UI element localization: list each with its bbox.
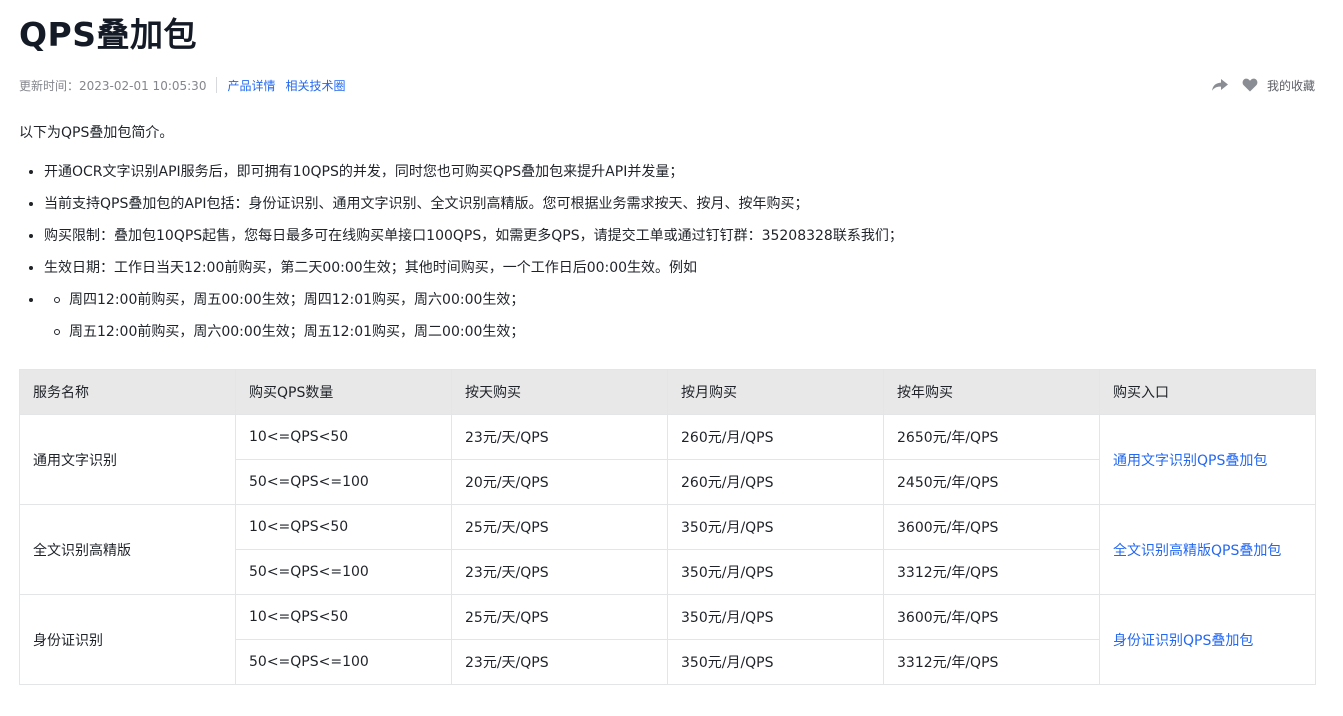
monthly-price: 350元/月/QPS [667, 594, 884, 640]
sub-list: 周四12:00前购买，周五00:00生效；周四12:01购买，周六00:00生效… [19, 290, 1309, 354]
update-time: 更新时间：2023-02-01 10:05:30 [19, 78, 207, 93]
list-item: 开通OCR文字识别API服务后，即可拥有10QPS的并发，同时您也可购买QPS叠… [19, 162, 1309, 194]
table-row: 通用文字识别 10<=QPS<50 23元/天/QPS 260元/月/QPS 2… [19, 414, 1316, 505]
yearly-price: 3600元/年/QPS [883, 594, 1100, 640]
service-name: 身份证识别 [19, 594, 236, 685]
table-header-row: 服务名称 购买QPS数量 按天购买 按月购买 按年购买 购买入口 [19, 369, 1316, 415]
monthly-price: 350元/月/QPS [667, 504, 884, 550]
col-header-qps: 购买QPS数量 [235, 369, 452, 415]
daily-price: 20元/天/QPS [451, 459, 668, 505]
monthly-price: 260元/月/QPS [667, 414, 884, 460]
meta-bar: 更新时间：2023-02-01 10:05:30 产品详情 相关技术圈 [19, 76, 355, 94]
daily-price: 23元/天/QPS [451, 639, 668, 685]
qps-range: 10<=QPS<50 [235, 594, 452, 640]
qps-range: 10<=QPS<50 [235, 504, 452, 550]
list-item: 当前支持QPS叠加包的API包括：身份证识别、通用文字识别、全文识别高精版。您可… [19, 194, 1309, 226]
yearly-price: 3600元/年/QPS [883, 504, 1100, 550]
service-name: 通用文字识别 [19, 414, 236, 505]
list-item: 购买限制：叠加包10QPS起售，您每日最多可在线购买单接口100QPS，如需更多… [19, 226, 1309, 258]
yearly-price: 3312元/年/QPS [883, 549, 1100, 595]
feature-list: 开通OCR文字识别API服务后，即可拥有10QPS的并发，同时您也可购买QPS叠… [19, 162, 1309, 354]
monthly-price: 350元/月/QPS [667, 639, 884, 685]
my-favorites-link[interactable]: 我的收藏 [1267, 77, 1315, 94]
heart-icon[interactable] [1241, 76, 1259, 94]
page-actions: 我的收藏 [1211, 76, 1315, 94]
daily-price: 23元/天/QPS [451, 414, 668, 460]
sub-list-item: 周四12:00前购买，周五00:00生效；周四12:01购买，周六00:00生效… [19, 290, 1309, 322]
qps-range: 50<=QPS<=100 [235, 459, 452, 505]
intro-text: 以下为QPS叠加包简介。 [19, 125, 174, 141]
yearly-price: 2450元/年/QPS [883, 459, 1100, 505]
yearly-price: 2650元/年/QPS [883, 414, 1100, 460]
page-title: QPS叠加包 [19, 15, 198, 54]
qps-range: 50<=QPS<=100 [235, 549, 452, 595]
qps-range: 10<=QPS<50 [235, 414, 452, 460]
pricing-table: 服务名称 购买QPS数量 按天购买 按月购买 按年购买 购买入口 通用文字识别 … [19, 369, 1316, 685]
col-header-yearly: 按年购买 [883, 369, 1100, 415]
share-icon[interactable] [1211, 76, 1229, 94]
product-details-link[interactable]: 产品详情 [227, 77, 275, 94]
daily-price: 25元/天/QPS [451, 504, 668, 550]
table-row: 身份证识别 10<=QPS<50 25元/天/QPS 350元/月/QPS 36… [19, 594, 1316, 685]
purchase-link-general-ocr[interactable]: 通用文字识别QPS叠加包 [1099, 414, 1316, 505]
daily-price: 23元/天/QPS [451, 549, 668, 595]
purchase-link-id-card[interactable]: 身份证识别QPS叠加包 [1099, 594, 1316, 685]
table-row: 全文识别高精版 10<=QPS<50 25元/天/QPS 350元/月/QPS … [19, 504, 1316, 595]
monthly-price: 260元/月/QPS [667, 459, 884, 505]
col-header-entry: 购买入口 [1099, 369, 1316, 415]
daily-price: 25元/天/QPS [451, 594, 668, 640]
col-header-monthly: 按月购买 [667, 369, 884, 415]
meta-divider [216, 77, 218, 93]
service-name: 全文识别高精版 [19, 504, 236, 595]
yearly-price: 3312元/年/QPS [883, 639, 1100, 685]
sub-list-item: 周五12:00前购买，周六00:00生效；周五12:01购买，周二00:00生效… [19, 322, 1309, 354]
sub-list-wrapper: 周四12:00前购买，周五00:00生效；周四12:01购买，周六00:00生效… [19, 290, 1309, 354]
monthly-price: 350元/月/QPS [667, 549, 884, 595]
col-header-service: 服务名称 [19, 369, 236, 415]
col-header-daily: 按天购买 [451, 369, 668, 415]
tech-circle-link[interactable]: 相关技术圈 [285, 77, 345, 94]
qps-range: 50<=QPS<=100 [235, 639, 452, 685]
doc-page: QPS叠加包 更新时间：2023-02-01 10:05:30 产品详情 相关技… [0, 0, 1343, 716]
list-item: 生效日期：工作日当天12:00前购买，第二天00:00生效；其他时间购买，一个工… [19, 258, 1309, 290]
purchase-link-fulltext-hd[interactable]: 全文识别高精版QPS叠加包 [1099, 504, 1316, 595]
